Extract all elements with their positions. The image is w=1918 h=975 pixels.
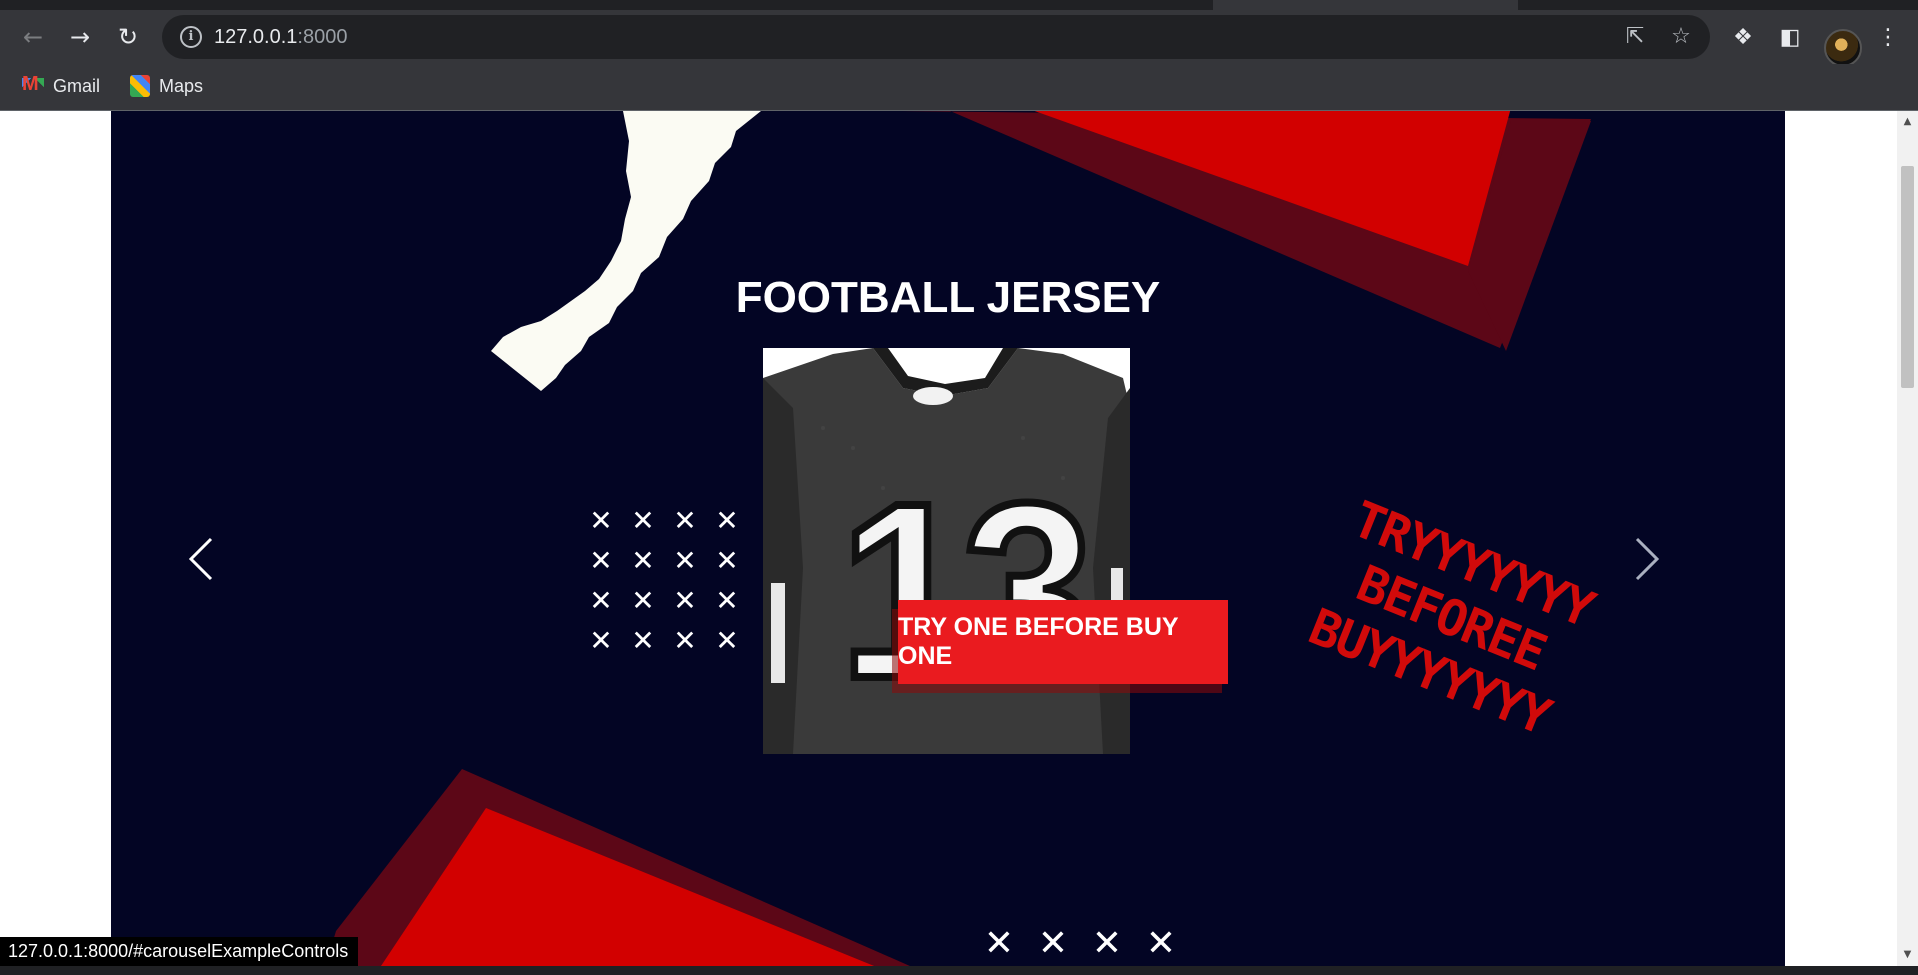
x-mark: ✕ xyxy=(589,504,613,537)
torn-paper-shape xyxy=(491,111,761,391)
x-mark: ✕ xyxy=(631,504,655,537)
extensions-puzzle-icon[interactable]: ❖ xyxy=(1729,24,1757,52)
active-tab[interactable] xyxy=(1213,0,1518,10)
gmail-icon: M xyxy=(22,73,44,95)
side-panel-icon[interactable]: ◧ xyxy=(1776,24,1804,52)
x-mark: ✕ xyxy=(715,584,739,617)
page-scrollbar[interactable]: ▲ ▼ xyxy=(1897,111,1918,966)
x-mark: ✕ xyxy=(631,624,655,657)
bookmark-star-icon[interactable]: ☆ xyxy=(1668,24,1694,50)
link-status-bar: 127.0.0.1:8000/#carouselExampleControls xyxy=(0,937,359,966)
address-url[interactable]: 127.0.0.1:8000 xyxy=(214,26,347,49)
page-viewport: FOOTBALL JERSEY 13 TRY ONE BEFORE BUY ON… xyxy=(0,111,1897,966)
tab-strip xyxy=(0,0,1918,10)
x-mark: ✕ xyxy=(673,624,697,657)
slide-title: FOOTBALL JERSEY xyxy=(735,273,1161,322)
url-port: :8000 xyxy=(297,26,348,48)
forward-arrow-icon[interactable]: → xyxy=(65,22,95,52)
scroll-up-arrow-icon[interactable]: ▲ xyxy=(1897,113,1918,131)
jersey-image: 13 xyxy=(763,348,1130,754)
chevron-right-icon xyxy=(1635,537,1660,581)
x-mark: ✕ xyxy=(1145,923,1177,964)
browser-toolbar: ← → ↻ i 127.0.0.1:8000 ⇱ ☆ ❖ ◧ ⋮ xyxy=(0,10,1918,67)
x-mark: ✕ xyxy=(1037,923,1069,964)
reload-icon[interactable]: ↻ xyxy=(113,22,143,52)
scrollbar-thumb[interactable] xyxy=(1901,166,1914,388)
chevron-left-icon xyxy=(188,537,213,581)
more-menu-icon[interactable]: ⋮ xyxy=(1874,24,1902,52)
profile-avatar[interactable] xyxy=(1824,29,1862,67)
x-mark: ✕ xyxy=(631,584,655,617)
back-arrow-icon[interactable]: ← xyxy=(18,22,48,52)
bookmark-gmail-label: Gmail xyxy=(53,75,101,96)
x-mark: ✕ xyxy=(1091,923,1123,964)
carousel-prev-button[interactable] xyxy=(161,519,241,599)
x-pattern-grid: ✕ ✕ ✕ ✕ ✕ ✕ ✕ ✕ ✕ ✕ ✕ ✕ ✕ ✕ ✕ ✕ xyxy=(580,501,750,661)
x-mark: ✕ xyxy=(983,923,1015,964)
bookmark-gmail[interactable]: M Gmail xyxy=(22,72,100,100)
bookmark-maps-label: Maps xyxy=(159,75,204,96)
carousel-next-button[interactable] xyxy=(1605,519,1685,599)
x-mark: ✕ xyxy=(631,544,655,577)
share-icon[interactable]: ⇱ xyxy=(1622,24,1648,50)
bookmark-maps[interactable]: Maps xyxy=(130,72,203,100)
x-mark: ✕ xyxy=(715,544,739,577)
x-pattern-row: ✕ ✕ ✕ ✕ xyxy=(981,923,1179,964)
bookmarks-bar: M Gmail Maps xyxy=(0,64,1918,111)
maps-icon xyxy=(130,75,150,97)
x-mark: ✕ xyxy=(673,584,697,617)
x-mark: ✕ xyxy=(673,544,697,577)
site-info-icon[interactable]: i xyxy=(180,26,202,48)
x-mark: ✕ xyxy=(673,504,697,537)
x-mark: ✕ xyxy=(589,624,613,657)
x-mark: ✕ xyxy=(715,624,739,657)
x-mark: ✕ xyxy=(589,584,613,617)
window-bottom-edge xyxy=(0,966,1918,975)
url-host: 127.0.0.1 xyxy=(214,26,298,48)
try-before-buy-button[interactable]: TRY ONE BEFORE BUY ONE xyxy=(898,600,1228,684)
address-bar[interactable]: i 127.0.0.1:8000 ⇱ ☆ xyxy=(162,15,1710,59)
x-mark: ✕ xyxy=(715,504,739,537)
carousel: FOOTBALL JERSEY 13 TRY ONE BEFORE BUY ON… xyxy=(111,111,1785,966)
scroll-down-arrow-icon[interactable]: ▼ xyxy=(1897,946,1918,964)
x-mark: ✕ xyxy=(589,544,613,577)
